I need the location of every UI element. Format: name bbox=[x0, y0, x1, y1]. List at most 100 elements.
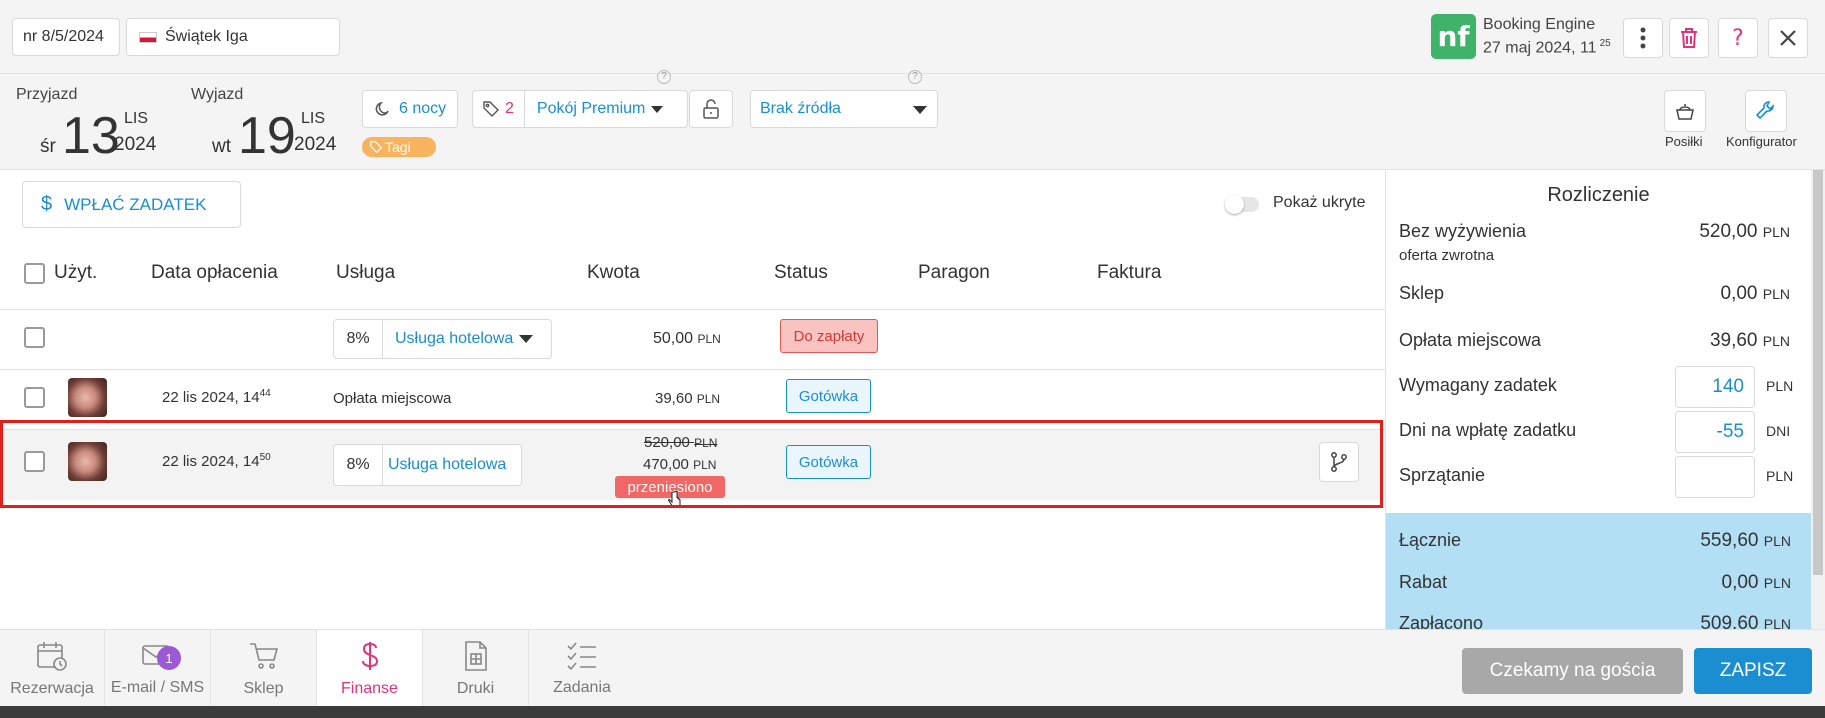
room-selector[interactable]: 2 Pokój Premium bbox=[472, 90, 688, 128]
tags-count-button[interactable]: 2 bbox=[473, 91, 525, 127]
tags-chip[interactable]: Tagi bbox=[362, 137, 436, 157]
nights-count: 6 nocy bbox=[399, 100, 447, 117]
shop-value-number: 0,00 bbox=[1720, 283, 1758, 304]
arrival-day[interactable]: 13 bbox=[62, 110, 120, 162]
source-date-text: 27 maj 2024, 11 bbox=[1483, 39, 1597, 57]
payment-date-minutes: 44 bbox=[259, 388, 271, 399]
service-selector[interactable]: 8% Usługa hotelowa bbox=[333, 319, 552, 359]
departure-month: LIS bbox=[301, 110, 326, 127]
tab-reservation[interactable]: Rezerwacja bbox=[0, 630, 105, 706]
currency-label: PLN bbox=[1763, 533, 1791, 549]
departure-day[interactable]: 19 bbox=[238, 110, 296, 162]
reservation-number-field[interactable]: nr 8/5/2024 bbox=[12, 18, 120, 56]
deposit-button[interactable]: $ WPŁAĆ ZADATEK bbox=[22, 181, 241, 228]
avatar bbox=[68, 378, 107, 417]
select-all-checkbox[interactable] bbox=[24, 263, 45, 284]
deposit-required-input[interactable]: 140 bbox=[1675, 366, 1755, 408]
city-tax-label: Opłata miejscowa bbox=[1399, 330, 1542, 350]
delete-button[interactable] bbox=[1669, 18, 1709, 58]
tab-email-sms[interactable]: 1 E-mail / SMS bbox=[105, 630, 211, 706]
tags-count: 2 bbox=[505, 100, 514, 117]
amount-value: 39,60 bbox=[655, 390, 693, 407]
trash-icon bbox=[1681, 28, 1697, 48]
booking-engine-logo: nf bbox=[1431, 14, 1476, 59]
vat-rate[interactable]: 8% bbox=[334, 320, 383, 358]
column-header-status[interactable]: Status bbox=[774, 262, 828, 284]
wrench-icon bbox=[1755, 101, 1774, 120]
room-help-icon[interactable]: ? bbox=[657, 70, 671, 84]
divider bbox=[0, 369, 1385, 370]
guest-name-field[interactable]: Świątek Iga bbox=[126, 18, 340, 56]
source-select[interactable]: Brak źródła bbox=[750, 90, 938, 128]
city-tax-value: 39,60 PLN bbox=[1710, 330, 1790, 352]
top-bar: nr 8/5/2024 Świątek Iga nf Booking Engin… bbox=[0, 0, 1825, 74]
shop-value: 0,00 PLN bbox=[1721, 283, 1791, 305]
scrollbar-thumb[interactable] bbox=[1813, 170, 1823, 575]
tab-shop[interactable]: Sklep bbox=[211, 630, 317, 706]
deposit-days-input[interactable]: -55 bbox=[1675, 411, 1755, 453]
column-header-payment-date[interactable]: Data opłacenia bbox=[151, 262, 278, 284]
caret-down-icon bbox=[913, 106, 927, 114]
status-badge[interactable]: Do zapłaty bbox=[780, 319, 878, 353]
board-label: Bez wyżywienia bbox=[1399, 221, 1527, 241]
nights-button[interactable]: 6 nocy bbox=[362, 90, 458, 128]
tab-finance[interactable]: Finanse bbox=[317, 630, 423, 706]
tags-chip-label: Tagi bbox=[385, 139, 411, 155]
row-checkbox[interactable] bbox=[24, 387, 45, 408]
checklist-icon bbox=[567, 641, 596, 670]
source-name: Booking Engine bbox=[1483, 16, 1596, 33]
question-icon: ? bbox=[1732, 25, 1744, 51]
departure-label: Wyjazd bbox=[191, 86, 244, 103]
cleaning-input[interactable] bbox=[1675, 456, 1755, 498]
column-header-amount[interactable]: Kwota bbox=[587, 262, 640, 284]
summary-block: Łącznie 559,60 PLN Rabat 0,00 PLN Zapłac… bbox=[1386, 513, 1811, 634]
amount-currency: PLN bbox=[697, 332, 721, 346]
total-value: 559,60 PLN bbox=[1700, 530, 1791, 552]
payment-date-text: 22 lis 2024, 14 bbox=[162, 389, 260, 406]
currency-label: PLN bbox=[1766, 378, 1794, 394]
source-select-value: Brak źródła bbox=[760, 100, 841, 117]
deposit-button-label: WPŁAĆ ZADATEK bbox=[64, 194, 207, 214]
close-button[interactable] bbox=[1768, 18, 1808, 58]
departure-year: 2024 bbox=[294, 134, 337, 155]
scrollbar-track[interactable] bbox=[1811, 170, 1825, 630]
source-date-minutes: 25 bbox=[1599, 38, 1611, 49]
settlement-panel: Rozliczenie Bez wyżywienia oferta zwrotn… bbox=[1385, 170, 1811, 634]
column-header-receipt[interactable]: Paragon bbox=[918, 262, 990, 284]
tab-label: E-mail / SMS bbox=[110, 678, 205, 696]
show-hidden-toggle[interactable] bbox=[1225, 195, 1259, 214]
more-menu-button[interactable] bbox=[1623, 18, 1663, 58]
discount-value: 0,00 PLN bbox=[1722, 572, 1792, 594]
board-sublabel: oferta zwrotna bbox=[1399, 247, 1495, 264]
tab-label: Finanse bbox=[341, 679, 398, 697]
help-button[interactable]: ? bbox=[1718, 18, 1758, 58]
divider bbox=[0, 309, 1385, 310]
source-help-icon[interactable]: ? bbox=[908, 70, 922, 84]
save-button[interactable]: ZAPISZ bbox=[1694, 648, 1812, 694]
caret-down-icon bbox=[519, 335, 534, 343]
status-badge[interactable]: Gotówka bbox=[786, 379, 871, 413]
tab-prints[interactable]: Druki bbox=[423, 630, 529, 706]
amount: 50,00 PLN bbox=[653, 330, 721, 348]
tab-tasks[interactable]: Zadania bbox=[529, 630, 635, 706]
days-unit: DNI bbox=[1766, 423, 1791, 439]
deposit-required-label: Wymagany zadatek bbox=[1399, 375, 1557, 395]
moon-icon bbox=[375, 101, 389, 116]
dollar-icon: $ bbox=[41, 193, 53, 215]
amount-value: 50,00 bbox=[653, 330, 694, 347]
meals-button[interactable] bbox=[1664, 90, 1706, 132]
currency-label: PLN bbox=[1762, 286, 1790, 302]
column-header-service[interactable]: Usługa bbox=[336, 262, 395, 284]
unread-badge: 1 bbox=[157, 646, 181, 670]
meal-pot-icon bbox=[1676, 104, 1694, 120]
column-header-invoice[interactable]: Faktura bbox=[1097, 262, 1161, 284]
lock-button[interactable] bbox=[689, 90, 733, 128]
currency-label: PLN bbox=[1763, 575, 1791, 591]
configurator-button[interactable] bbox=[1745, 90, 1787, 132]
guest-status-button[interactable]: Czekamy na gościa bbox=[1462, 648, 1683, 694]
dollar-icon bbox=[361, 641, 378, 670]
tab-label: Druki bbox=[456, 679, 495, 697]
row-checkbox[interactable] bbox=[24, 327, 45, 348]
column-header-user[interactable]: Użyt. bbox=[54, 262, 97, 284]
tab-label: Sklep bbox=[243, 679, 284, 697]
